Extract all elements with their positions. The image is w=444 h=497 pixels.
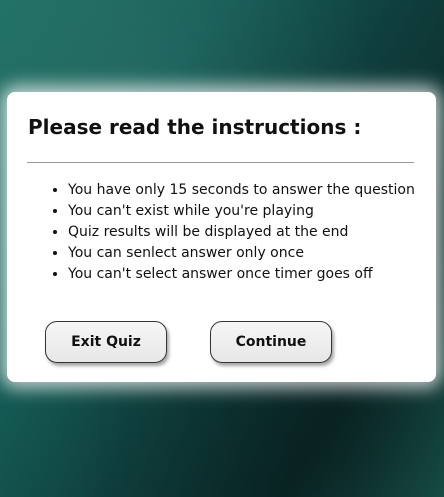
rule-item: Quiz results will be displayed at the en… [68,222,415,243]
rules-list: You have only 15 seconds to answer the q… [34,180,415,285]
instructions-dialog: Please read the instructions : You have … [7,92,436,382]
rule-item: You have only 15 seconds to answer the q… [68,180,415,201]
rule-item: You can't select answer once timer goes … [68,264,415,285]
divider [27,162,414,163]
dialog-title: Please read the instructions : [28,115,362,139]
rule-item: You can't exist while you're playing [68,201,415,222]
exit-quiz-button[interactable]: Exit Quiz [45,321,167,363]
continue-button[interactable]: Continue [210,321,332,363]
rule-item: You can senlect answer only once [68,243,415,264]
